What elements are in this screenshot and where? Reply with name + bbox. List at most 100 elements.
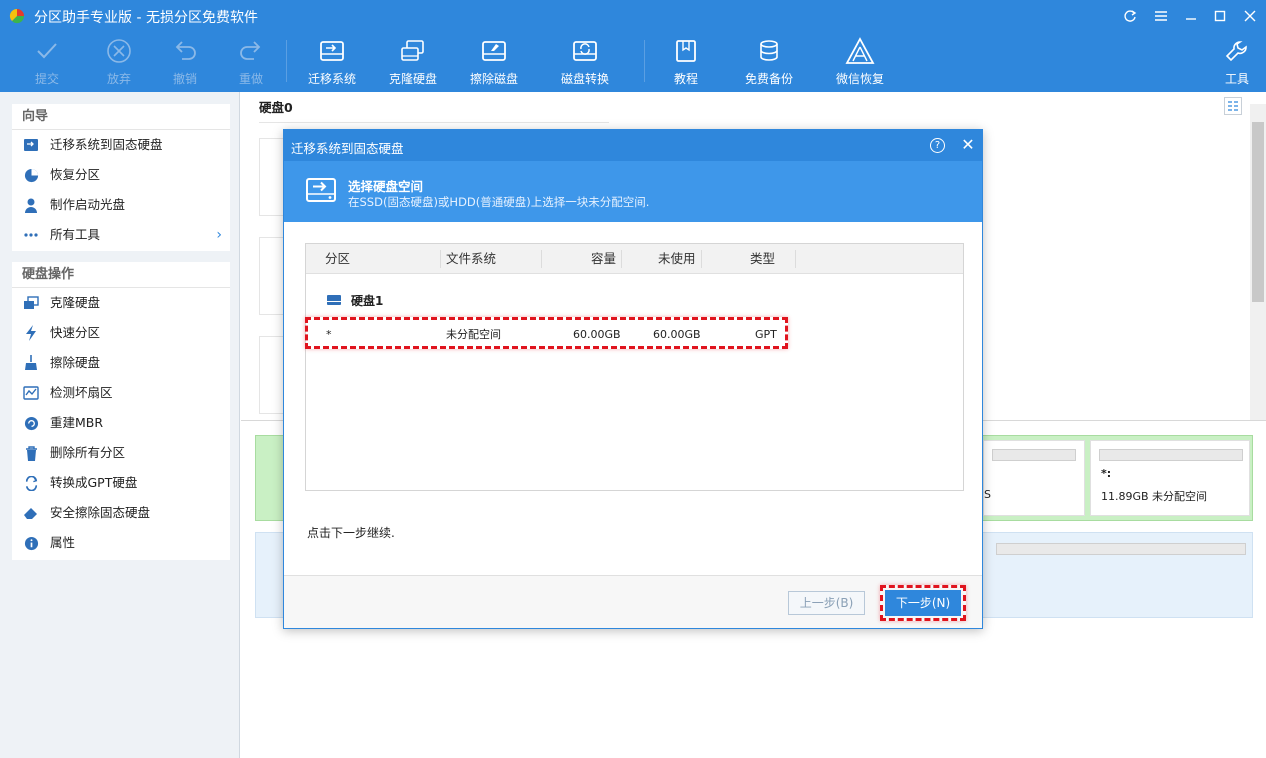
refresh-icon[interactable]	[1120, 6, 1140, 26]
migrate-os-button[interactable]: 迁移系统	[308, 36, 356, 88]
dialog-banner: 选择硬盘空间 在SSD(固态硬盘)或HDD(普通硬盘)上选择一块未分配空间.	[284, 161, 982, 222]
person-icon	[23, 197, 39, 213]
dialog-close-icon[interactable]: ✕	[958, 136, 978, 156]
scan-icon	[23, 385, 39, 401]
lightning-icon	[23, 325, 39, 341]
menu-icon[interactable]	[1151, 6, 1171, 26]
disk1-group-row[interactable]: 硬盘1	[326, 292, 383, 308]
column-separator	[541, 250, 542, 268]
dialog-footer: 上一步(B) 下一步(N)	[284, 575, 982, 628]
window-title: 分区助手专业版 - 无损分区免费软件	[34, 10, 258, 26]
close-icon[interactable]	[1240, 6, 1260, 26]
hard-disk-icon	[327, 295, 341, 305]
column-separator	[440, 250, 441, 268]
partition-usage-bar	[1099, 449, 1243, 461]
scrollbar-thumb[interactable]	[1252, 122, 1264, 302]
check-icon	[32, 36, 62, 66]
sidebar-item-delete-all-partitions[interactable]: 删除所有分区	[12, 438, 230, 468]
column-unused[interactable]: 未使用	[658, 244, 696, 274]
discard-button[interactable]: 放弃	[104, 36, 134, 88]
migrate-icon	[23, 137, 39, 153]
drive-arrow-icon	[306, 178, 336, 202]
sidebar-item-make-boot-disc[interactable]: 制作启动光盘	[12, 190, 230, 220]
view-toggle-icon[interactable]	[1224, 97, 1242, 115]
cell-capacity: 60.00GB	[573, 328, 621, 341]
sidebar-item-wipe-disk[interactable]: 擦除硬盘	[12, 348, 230, 378]
toolbar-separator	[286, 40, 287, 82]
maximize-icon[interactable]	[1210, 6, 1230, 26]
tutorial-button[interactable]: 教程	[671, 36, 701, 88]
sidebar-item-recover-partition[interactable]: 恢复分区	[12, 160, 230, 190]
wipe-disk-button[interactable]: 擦除磁盘	[470, 36, 518, 88]
column-separator	[795, 250, 796, 268]
help-icon[interactable]: ?	[930, 138, 945, 153]
convert-icon	[23, 475, 39, 491]
rebuild-icon	[23, 415, 39, 431]
wizard-title: 向导	[12, 104, 230, 130]
wizard-panel: 向导 迁移系统到固态硬盘 恢复分区 制作启动光盘 所有工具 ›	[12, 104, 230, 251]
sidebar-item-properties[interactable]: 属性	[12, 528, 230, 558]
eraser-icon	[23, 505, 39, 521]
wipe-drive-icon	[479, 36, 509, 66]
column-filesystem[interactable]: 文件系统	[446, 244, 496, 274]
unallocated-partition-cell[interactable]: *: 11.89GB 未分配空间	[1090, 440, 1250, 516]
migrate-drive-icon	[317, 36, 347, 66]
sidebar-item-clone-disk[interactable]: 克隆硬盘	[12, 288, 230, 318]
partition-usage-bar	[996, 543, 1246, 555]
sidebar-item-all-tools[interactable]: 所有工具 ›	[12, 220, 230, 250]
partition-name: *:	[1101, 467, 1112, 480]
minimize-icon[interactable]	[1181, 6, 1201, 26]
dialog-title-bar: 迁移系统到固态硬盘 ? ✕	[284, 130, 982, 161]
book-icon	[671, 36, 701, 66]
clone-drive-icon	[398, 36, 428, 66]
table-row[interactable]: * 未分配空间 60.00GB 60.00GB GPT	[306, 320, 786, 350]
column-capacity[interactable]: 容量	[591, 244, 616, 274]
cell-unused: 60.00GB	[653, 328, 701, 341]
banner-heading: 选择硬盘空间	[348, 179, 424, 194]
next-button[interactable]: 下一步(N)	[885, 590, 961, 616]
partition-usage-bar	[992, 449, 1076, 461]
undo-icon	[170, 36, 200, 66]
disk-operations-panel: 硬盘操作 克隆硬盘 快速分区 擦除硬盘 检测坏扇区 重建MBR 删除所有分区 转…	[12, 262, 230, 560]
column-separator	[701, 250, 702, 268]
cancel-circle-icon	[104, 36, 134, 66]
app-logo-icon	[9, 8, 25, 24]
cell-type: GPT	[755, 328, 777, 341]
cell-filesystem: 未分配空间	[446, 328, 501, 341]
disk-ops-title: 硬盘操作	[12, 262, 230, 288]
column-separator	[621, 250, 622, 268]
wechat-recovery-button[interactable]: 微信恢复	[836, 36, 884, 88]
disk1-name: 硬盘1	[351, 293, 384, 308]
sidebar-item-check-bad-sectors[interactable]: 检测坏扇区	[12, 378, 230, 408]
database-icon	[754, 36, 784, 66]
banner-subtitle: 在SSD(固态硬盘)或HDD(普通硬盘)上选择一块未分配空间.	[348, 195, 650, 209]
column-partition[interactable]: 分区	[325, 244, 350, 274]
clone-icon	[23, 295, 39, 311]
tools-button[interactable]: 工具	[1222, 36, 1252, 88]
top-line	[259, 122, 609, 123]
redo-button[interactable]: 重做	[236, 36, 266, 88]
commit-button[interactable]: 提交	[32, 36, 62, 88]
sidebar: 向导 迁移系统到固态硬盘 恢复分区 制作启动光盘 所有工具 › 硬盘操作 克隆硬…	[0, 92, 240, 758]
previous-button[interactable]: 上一步(B)	[788, 591, 865, 615]
free-backup-button[interactable]: 免费备份	[745, 36, 793, 88]
column-type[interactable]: 类型	[750, 244, 775, 274]
sidebar-item-quick-partition[interactable]: 快速分区	[12, 318, 230, 348]
sidebar-item-convert-to-gpt[interactable]: 转换成GPT硬盘	[12, 468, 230, 498]
recovery-logo-icon	[845, 36, 875, 66]
sidebar-item-rebuild-mbr[interactable]: 重建MBR	[12, 408, 230, 438]
top-bar: 分区助手专业版 - 无损分区免费软件 提交 放弃 撤销 重做 迁移系统 克隆硬盘…	[0, 0, 1266, 92]
undo-button[interactable]: 撤销	[170, 36, 200, 88]
partition-info: 11.89GB 未分配空间	[1101, 490, 1208, 503]
clone-disk-button[interactable]: 克隆硬盘	[389, 36, 437, 88]
disk-convert-button[interactable]: 磁盘转换	[561, 36, 609, 88]
wrench-icon	[1222, 36, 1252, 66]
partition-cell[interactable]: S	[983, 440, 1085, 516]
redo-icon	[236, 36, 266, 66]
vertical-scrollbar[interactable]	[1250, 104, 1266, 420]
instruction-text: 点击下一步继续.	[307, 526, 395, 540]
sidebar-item-migrate-to-ssd[interactable]: 迁移系统到固态硬盘	[12, 130, 230, 160]
toolbar-separator	[644, 40, 645, 82]
sidebar-item-secure-erase-ssd[interactable]: 安全擦除固态硬盘	[12, 498, 230, 528]
title-bar: 分区助手专业版 - 无损分区免费软件	[0, 0, 1266, 32]
